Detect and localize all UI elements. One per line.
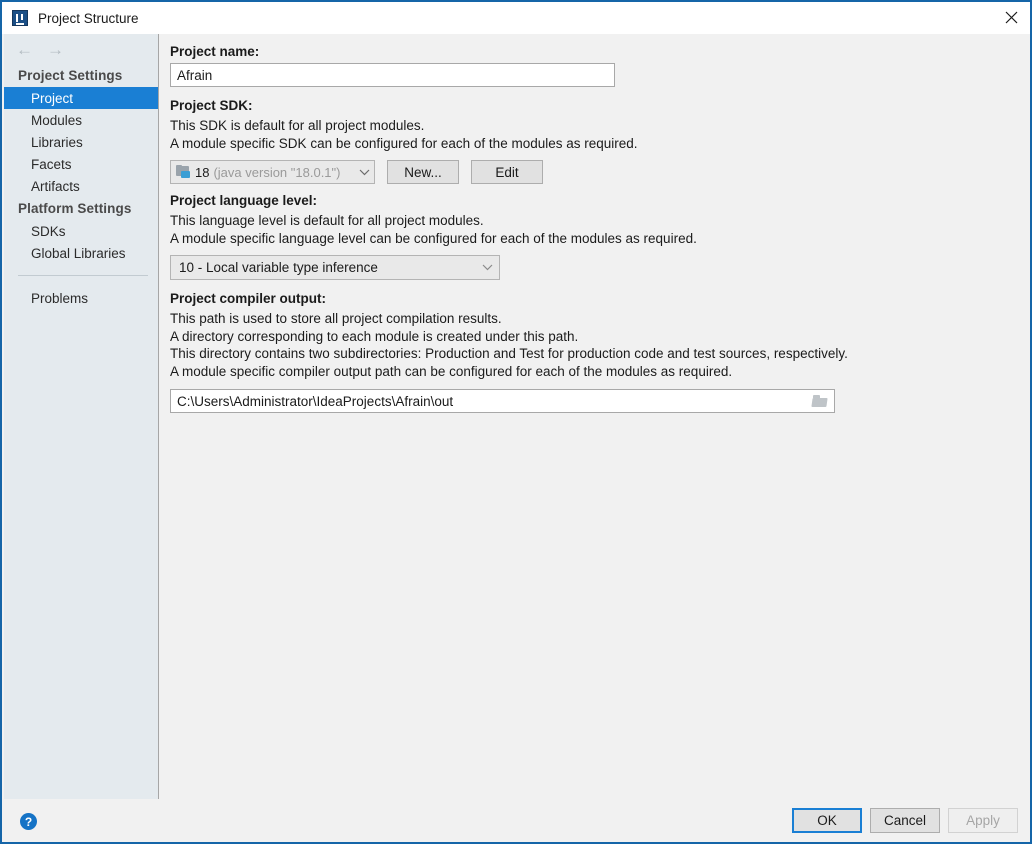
language-level-selected: 10 - Local variable type inference — [179, 260, 378, 275]
sidebar-item-artifacts[interactable]: Artifacts — [4, 175, 158, 197]
sidebar-item-project[interactable]: Project — [4, 87, 158, 109]
project-sdk-description-2: A module specific SDK can be configured … — [170, 135, 638, 151]
project-name-label: Project name: — [170, 44, 260, 59]
forward-arrow-icon[interactable]: → — [47, 41, 64, 58]
compiler-output-description-3: This directory contains two subdirectori… — [170, 346, 848, 361]
close-icon[interactable] — [988, 2, 1030, 33]
new-sdk-button[interactable]: New... — [387, 160, 459, 184]
compiler-output-section: Project compiler output: This path is us… — [170, 291, 1030, 413]
sidebar-item-global-libraries[interactable]: Global Libraries — [4, 242, 158, 264]
edit-sdk-button[interactable]: Edit — [471, 160, 543, 184]
compiler-output-path-value: C:\Users\Administrator\IdeaProjects\Afra… — [177, 393, 454, 409]
sidebar-item-facets[interactable]: Facets — [4, 153, 158, 175]
help-icon[interactable]: ? — [20, 813, 37, 830]
language-level-dropdown[interactable]: 10 - Local variable type inference — [170, 255, 500, 280]
chevron-down-icon — [353, 169, 370, 176]
compiler-output-label: Project compiler output: — [170, 291, 327, 306]
project-sdk-description-1: This SDK is default for all project modu… — [170, 118, 425, 133]
back-arrow-icon[interactable]: ← — [16, 41, 33, 58]
settings-sidebar: ← → Project Settings Project Modules Lib… — [4, 34, 159, 799]
cancel-button[interactable]: Cancel — [870, 808, 940, 833]
language-level-description-2: A module specific language level can be … — [170, 230, 697, 246]
project-sdk-dropdown[interactable]: 18 (java version "18.0.1") — [170, 160, 375, 184]
apply-button: Apply — [948, 808, 1018, 833]
intellij-idea-icon — [12, 10, 28, 26]
dialog-footer: ? OK Cancel Apply — [4, 799, 1030, 842]
jdk-folder-icon — [176, 165, 192, 179]
title-bar: Project Structure — [2, 2, 1030, 34]
dialog-button-group: OK Cancel Apply — [792, 808, 1018, 833]
compiler-output-description-1: This path is used to store all project c… — [170, 311, 502, 326]
window-title: Project Structure — [38, 10, 139, 26]
project-name-section: Project name: — [170, 44, 1030, 87]
sidebar-separator — [18, 275, 148, 276]
project-sdk-label: Project SDK: — [170, 98, 253, 113]
project-sdk-selected-name: 18 — [195, 164, 210, 180]
ok-button[interactable]: OK — [792, 808, 862, 833]
settings-content-panel: Project name: Project SDK: This SDK is d… — [160, 34, 1030, 799]
compiler-output-path-field[interactable]: C:\Users\Administrator\IdeaProjects\Afra… — [170, 389, 835, 413]
sidebar-item-libraries[interactable]: Libraries — [4, 131, 158, 153]
sidebar-group-platform-settings: Platform Settings — [18, 201, 132, 216]
sidebar-item-sdks[interactable]: SDKs — [4, 220, 158, 242]
language-level-label: Project language level: — [170, 193, 318, 208]
sidebar-item-problems[interactable]: Problems — [4, 287, 158, 309]
compiler-output-description-4: A module specific compiler output path c… — [170, 363, 733, 379]
sidebar-item-modules[interactable]: Modules — [4, 109, 158, 131]
compiler-output-description-2: A directory corresponding to each module… — [170, 328, 579, 344]
language-level-description-1: This language level is default for all p… — [170, 213, 484, 228]
language-level-section: Project language level: This language le… — [170, 193, 1030, 280]
sidebar-group-project-settings: Project Settings — [18, 68, 123, 83]
project-structure-dialog: Project Structure ← → Project Settings P… — [0, 0, 1032, 844]
folder-browse-icon[interactable] — [811, 394, 828, 408]
sidebar-nav-arrows: ← → — [4, 34, 158, 64]
project-sdk-selected-version: (java version "18.0.1") — [213, 164, 341, 180]
project-sdk-section: Project SDK: This SDK is default for all… — [170, 98, 1030, 184]
project-name-input[interactable] — [170, 63, 615, 87]
project-sdk-controls: 18 (java version "18.0.1") New... Edit — [170, 160, 1030, 184]
chevron-down-icon — [476, 264, 493, 271]
